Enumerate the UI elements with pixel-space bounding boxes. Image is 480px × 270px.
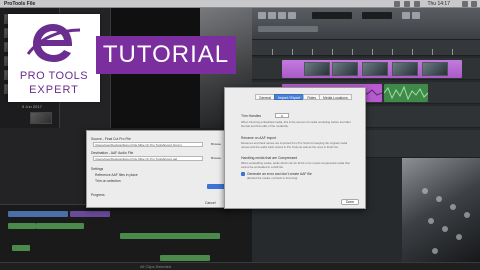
logo-e-icon (26, 24, 81, 62)
destination-path-field[interactable]: /Users/user/Desktop/Export File Mike On … (93, 156, 203, 161)
selected-option-button[interactable] (207, 184, 225, 189)
edit-toolbar (252, 8, 480, 40)
reference-option[interactable]: Reference AAF files in place (95, 173, 138, 177)
handling-description-2: cannot be embedded in a AAF file. (241, 165, 284, 169)
tutorial-label: TUTORIAL (102, 41, 230, 68)
timeline-clip[interactable] (36, 223, 84, 229)
tab-roles[interactable]: Roles (303, 94, 320, 100)
menu-clock: Thu 14:17 (427, 1, 450, 7)
generate-error-checkbox[interactable] (241, 172, 245, 176)
rename-description-2: names and the audio track names in Pro T… (241, 145, 339, 149)
waveform (384, 85, 428, 101)
counter-display (312, 12, 352, 19)
done-button[interactable]: Done (341, 199, 359, 205)
spotlight-icon[interactable] (462, 1, 468, 7)
notification-icon[interactable] (471, 1, 477, 7)
edit-mode-bar[interactable] (258, 26, 318, 32)
status-bar: All Clips Selected (0, 262, 480, 270)
timeline-clip[interactable] (70, 211, 110, 217)
grid-button[interactable] (402, 12, 410, 19)
timeline-clip[interactable] (160, 255, 210, 261)
rename-label: Rename on AAF import (241, 136, 277, 140)
grabber-tool-button[interactable] (288, 12, 296, 19)
menu-bar: ProTools File Thu 14:17 (0, 0, 480, 8)
audio-region[interactable] (384, 84, 428, 102)
source-path-field[interactable]: /Users/user/Desktop/Export File Mike On … (93, 142, 203, 147)
generate-error-description: (Embed the media, uncheck to trimming) (247, 176, 298, 180)
source-label: Source - Final Cut Pro File (91, 137, 131, 141)
selector-tool-button[interactable] (278, 12, 286, 19)
selection-display (362, 12, 392, 19)
timeline-ruler[interactable] (252, 40, 480, 56)
app-menu[interactable]: ProTools File (4, 0, 35, 8)
video-frame (422, 62, 448, 76)
battery-icon[interactable] (414, 1, 420, 7)
handles-label: Trim Handles (241, 114, 262, 118)
handles-description-2: the last and first edits of the media fi… (241, 124, 289, 128)
clip-thumbnail[interactable] (30, 112, 52, 124)
video-frame (392, 62, 418, 76)
progress-label: Progress (91, 193, 105, 197)
logo-text-line2: EXPERT (29, 84, 79, 96)
wifi-icon[interactable] (394, 1, 400, 7)
zoom-button[interactable] (258, 12, 266, 19)
timeline-clip[interactable] (8, 223, 36, 229)
video-track[interactable] (252, 58, 480, 80)
volume-icon[interactable] (404, 1, 410, 7)
timeline-clip[interactable] (120, 233, 220, 239)
tutorial-banner: TUTORIAL (96, 36, 236, 74)
handling-label: Handling media that are Compressed (241, 156, 298, 160)
logo-text-line1: PRO TOOLS (19, 70, 89, 82)
video-frame (304, 62, 330, 76)
timeline-clip[interactable] (12, 245, 30, 251)
status-text: All Clips Selected (140, 264, 172, 269)
trim-tool-button[interactable] (268, 12, 276, 19)
conversion-dialog: Source - Final Cut Pro File /Users/user/… (86, 130, 232, 208)
pro-tools-expert-logo: PRO TOOLS EXPERT (8, 14, 100, 102)
destination-label: Destination - AAF Audio File (91, 151, 134, 155)
tab-media-locations[interactable]: Media Locations (319, 94, 352, 100)
preferences-dialog: General Import / Export Roles Media Loca… (224, 87, 366, 209)
preferences-tabs: General Import / Export Roles Media Loca… (255, 94, 352, 100)
video-region[interactable] (282, 60, 462, 78)
timeline-clip[interactable] (8, 211, 68, 217)
nudge-button[interactable] (412, 12, 420, 19)
video-frame (362, 62, 388, 76)
trim-option[interactable]: Trim on selection (95, 179, 121, 183)
tab-general[interactable]: General (255, 94, 276, 100)
studio-console-photo (402, 158, 480, 270)
cancel-button[interactable]: Cancel (205, 201, 216, 205)
handles-input[interactable]: 0 (275, 113, 289, 118)
video-frame (332, 62, 358, 76)
library-date: 5 Jun 2017 (22, 104, 42, 109)
tab-import-export[interactable]: Import / Export (274, 94, 305, 100)
settings-label: Settings (91, 167, 104, 171)
timeline[interactable] (0, 204, 252, 270)
